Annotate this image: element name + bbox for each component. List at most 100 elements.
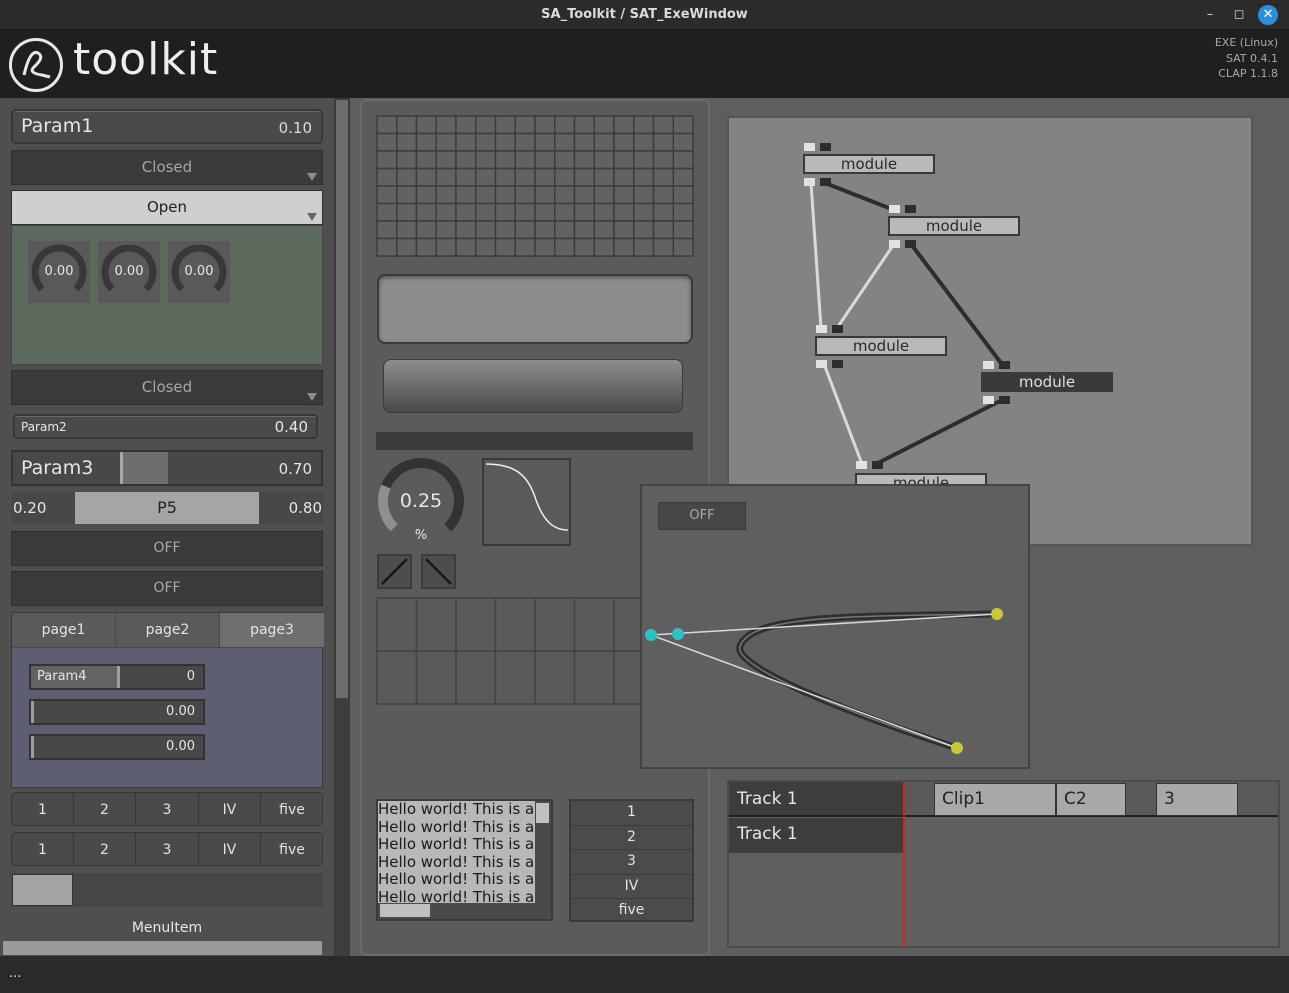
grid-cell[interactable]	[376, 202, 398, 222]
segment-iv[interactable]: IV	[199, 793, 261, 825]
grid-cell[interactable]	[593, 185, 615, 205]
grid-cell[interactable]	[573, 150, 595, 170]
grid-cell[interactable]	[514, 132, 536, 152]
grid-cell[interactable]	[455, 202, 477, 222]
grid-cell[interactable]	[435, 185, 457, 205]
grid-cell[interactable]	[455, 237, 477, 257]
grid-cell[interactable]	[475, 167, 497, 187]
cell[interactable]	[573, 597, 615, 652]
cell[interactable]	[494, 650, 536, 705]
grid-cell[interactable]	[435, 115, 457, 135]
param1-slider[interactable]: Param1 0.10	[11, 109, 323, 144]
grid-cell[interactable]	[613, 185, 635, 205]
cell[interactable]	[573, 650, 615, 705]
module-output-pin[interactable]	[983, 396, 994, 404]
gradient-button[interactable]	[383, 359, 683, 413]
curve-editor[interactable]: OFF	[640, 484, 1030, 769]
grid-cell[interactable]	[415, 237, 437, 257]
curve-control-point[interactable]	[672, 628, 684, 640]
grid-cell[interactable]	[593, 202, 615, 222]
grid-cell[interactable]	[376, 220, 398, 240]
cell[interactable]	[455, 597, 497, 652]
module-input-pin[interactable]	[889, 205, 900, 213]
grid-cell[interactable]	[475, 150, 497, 170]
module-output-pin[interactable]	[820, 178, 831, 186]
curve-point-start[interactable]	[645, 629, 657, 641]
module-node-4[interactable]: module	[981, 372, 1113, 392]
grid-cell[interactable]	[514, 237, 536, 257]
grid-cell[interactable]	[652, 202, 674, 222]
cell-grid[interactable]	[376, 597, 646, 705]
grid-cell[interactable]	[475, 132, 497, 152]
toggle-button-1[interactable]: OFF	[11, 531, 323, 566]
grid-cell[interactable]	[672, 150, 694, 170]
grid-cell[interactable]	[534, 132, 556, 152]
segment-3[interactable]: 3	[136, 793, 199, 825]
module-node-1[interactable]: module	[803, 154, 935, 174]
grid-cell[interactable]	[494, 220, 516, 240]
grid-cell[interactable]	[494, 202, 516, 222]
segment-2[interactable]: 2	[74, 793, 136, 825]
cell[interactable]	[455, 650, 497, 705]
module-output-pin[interactable]	[905, 240, 916, 248]
dropdown-closed-1[interactable]: Closed	[11, 150, 323, 185]
grid-cell[interactable]	[494, 185, 516, 205]
range-slider-p5[interactable]: 0.20 P5 0.80	[11, 492, 323, 524]
grid-cell[interactable]	[415, 150, 437, 170]
list-item[interactable]: IV	[571, 874, 692, 899]
list-item[interactable]: 1	[571, 801, 692, 826]
grid-cell[interactable]	[652, 185, 674, 205]
segment-five[interactable]: five	[261, 833, 322, 865]
menu-item-bar[interactable]	[3, 941, 322, 955]
grid-cell[interactable]	[554, 220, 576, 240]
grid-cell[interactable]	[376, 115, 398, 135]
grid-cell[interactable]	[455, 185, 477, 205]
grid-cell[interactable]	[573, 185, 595, 205]
scrollbar-thumb[interactable]	[536, 803, 549, 823]
tab-page1[interactable]: page1	[12, 613, 115, 647]
grid-cell[interactable]	[396, 237, 418, 257]
grid-cell[interactable]	[534, 150, 556, 170]
module-input-pin[interactable]	[905, 205, 916, 213]
module-node-3[interactable]: module	[815, 336, 947, 356]
clip-2[interactable]: C2	[1056, 783, 1126, 816]
param3-handle[interactable]	[120, 452, 123, 484]
grid-cell[interactable]	[514, 115, 536, 135]
segment-3[interactable]: 3	[136, 833, 199, 865]
grid-cell[interactable]	[633, 167, 655, 187]
toggle-button-2[interactable]: OFF	[11, 571, 323, 606]
grid-cell[interactable]	[534, 202, 556, 222]
grid-cell[interactable]	[573, 167, 595, 187]
grid-cell[interactable]	[613, 150, 635, 170]
grid-cell[interactable]	[593, 220, 615, 240]
grid-cell[interactable]	[415, 132, 437, 152]
grid-cell[interactable]	[613, 132, 635, 152]
grid-cell[interactable]	[652, 115, 674, 135]
grid-cell[interactable]	[376, 237, 398, 257]
grid-cell[interactable]	[415, 185, 437, 205]
track-header-1[interactable]: Track 1	[729, 782, 903, 817]
grid-cell[interactable]	[534, 185, 556, 205]
grid-cell[interactable]	[613, 220, 635, 240]
grid-cell[interactable]	[534, 237, 556, 257]
grid-cell[interactable]	[613, 202, 635, 222]
grid-cell[interactable]	[475, 115, 497, 135]
grid-cell[interactable]	[475, 220, 497, 240]
grid-cell[interactable]	[672, 202, 694, 222]
left-panel-scrollbar[interactable]	[334, 98, 350, 956]
grid-cell[interactable]	[554, 150, 576, 170]
module-input-pin[interactable]	[872, 461, 883, 469]
tab-page3[interactable]: page3	[220, 613, 324, 647]
grid-cell[interactable]	[494, 167, 516, 187]
grid-cell[interactable]	[514, 202, 536, 222]
grid-cell[interactable]	[672, 185, 694, 205]
grid-cell[interactable]	[633, 220, 655, 240]
cell[interactable]	[415, 650, 457, 705]
grid-cell[interactable]	[396, 220, 418, 240]
grid-cell[interactable]	[593, 115, 615, 135]
param4-handle[interactable]	[117, 666, 120, 688]
module-input-pin[interactable]	[999, 361, 1010, 369]
grid-cell[interactable]	[633, 115, 655, 135]
grid-cell[interactable]	[494, 237, 516, 257]
grid-cell[interactable]	[455, 115, 477, 135]
